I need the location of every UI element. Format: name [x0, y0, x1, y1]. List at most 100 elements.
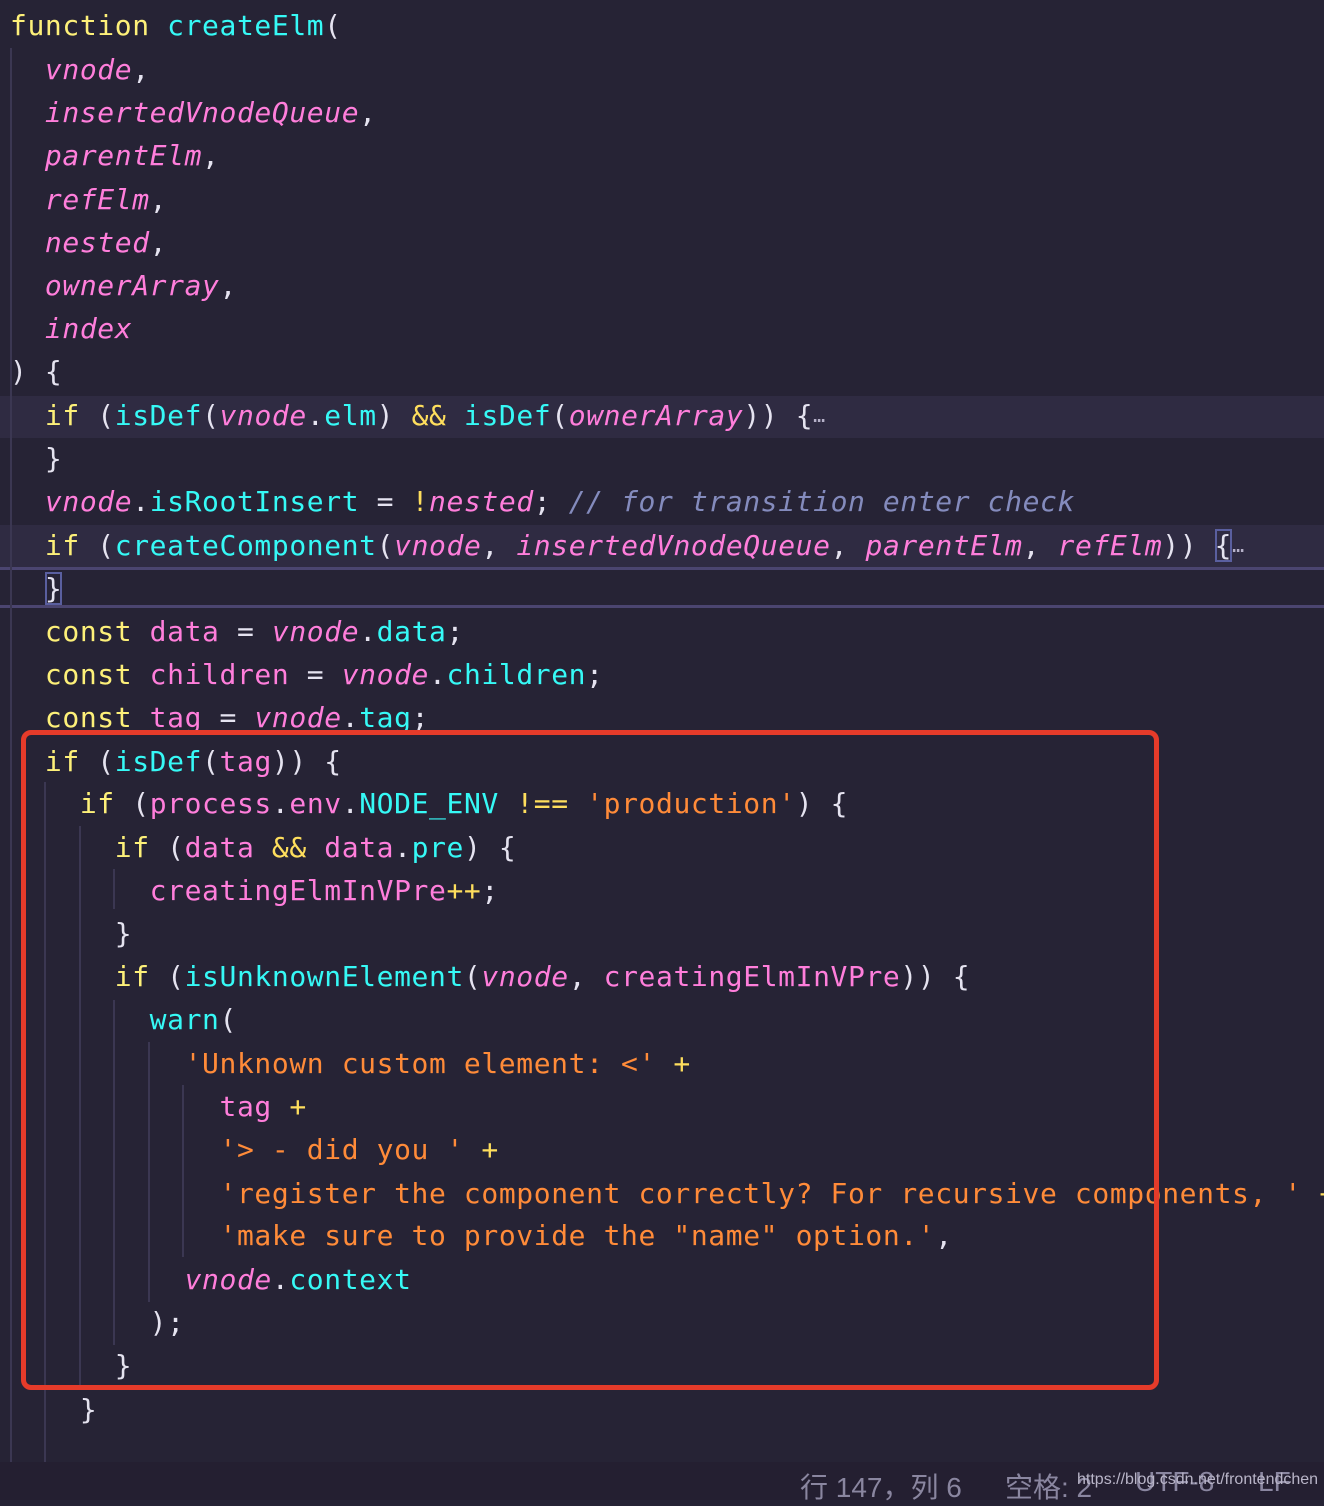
code-token: if — [44, 529, 80, 562]
code-line[interactable]: } — [10, 567, 63, 610]
code-token: , — [359, 96, 377, 129]
code-token: . — [429, 658, 447, 691]
code-token: , — [149, 183, 168, 216]
code-token: vnode — [44, 53, 133, 86]
code-line[interactable]: refElm, — [10, 178, 167, 221]
watermark: https://blog.csdn.net/frontendchen — [1077, 1471, 1319, 1488]
code-token: vnode — [394, 529, 482, 562]
code-token: . — [359, 615, 377, 648]
code-token: const — [44, 658, 150, 691]
code-line[interactable]: function createElm( — [10, 4, 342, 47]
code-token: ( — [79, 399, 115, 432]
code-line[interactable]: vnode.isRootInsert = !nested; // for tra… — [10, 480, 1075, 523]
code-token: vnode — [271, 615, 360, 648]
code-token: ) { — [10, 355, 63, 388]
code-token: . — [306, 399, 325, 432]
code-line[interactable]: index — [10, 307, 132, 350]
code-token: parentElm — [44, 139, 203, 172]
code-token: createElm — [167, 9, 325, 42]
folded-region-separator — [0, 605, 1324, 608]
code-token: , — [481, 529, 517, 562]
code-token: children — [149, 658, 290, 691]
code-token: children — [446, 658, 587, 691]
code-token: ( — [551, 399, 569, 432]
code-token: , — [132, 53, 150, 86]
code-token: ; — [446, 615, 464, 648]
code-token: && — [411, 399, 447, 432]
code-token: vnode — [44, 485, 133, 518]
fold-ellipsis-icon[interactable]: … — [813, 403, 826, 427]
code-token: if — [44, 399, 80, 432]
code-token: vnode — [219, 399, 307, 432]
code-token: ownerArray — [568, 399, 744, 432]
annotation-highlight-box — [21, 730, 1159, 1390]
code-token: , — [149, 226, 168, 259]
code-token: = — [219, 615, 272, 648]
code-token: ; — [586, 658, 604, 691]
code-line[interactable]: if (isDef(vnode.elm) && isDef(ownerArray… — [10, 394, 826, 437]
code-line[interactable]: if (createComponent(vnode, insertedVnode… — [10, 524, 1245, 567]
code-token: index — [44, 312, 133, 345]
code-token: isDef — [114, 399, 203, 432]
code-token: ; — [533, 485, 569, 518]
code-line[interactable]: } — [10, 437, 62, 480]
code-token: const — [44, 615, 150, 648]
code-token: ) — [376, 399, 412, 432]
code-line[interactable]: nested, — [10, 221, 167, 264]
code-token: parentElm — [865, 529, 1023, 562]
code-token: refElm — [44, 183, 150, 216]
code-token: } — [44, 572, 63, 605]
code-token: )) { — [743, 399, 814, 432]
code-token: { — [1214, 529, 1233, 562]
code-token: data — [149, 615, 220, 648]
code-line[interactable]: } — [10, 1388, 97, 1431]
code-token: , — [202, 139, 220, 172]
code-token: function — [10, 9, 168, 42]
code-token: } — [10, 442, 63, 475]
code-token: = — [289, 658, 342, 691]
code-line[interactable]: insertedVnodeQueue, — [10, 91, 377, 134]
code-token: ( — [324, 9, 342, 42]
code-line[interactable]: const data = vnode.data; — [10, 610, 464, 653]
fold-ellipsis-icon[interactable]: … — [1232, 533, 1245, 557]
code-token: + — [1319, 1177, 1324, 1210]
code-token: } — [10, 1393, 98, 1426]
code-token: data — [376, 615, 447, 648]
code-token: ! — [411, 485, 430, 518]
folded-region-separator — [0, 567, 1324, 570]
code-token: . — [132, 485, 150, 518]
code-token: , — [1022, 529, 1058, 562]
code-token: isRootInsert — [149, 485, 360, 518]
code-token: ( — [202, 399, 220, 432]
code-token: ownerArray — [44, 269, 220, 302]
code-line[interactable]: ) { — [10, 350, 62, 393]
code-line[interactable]: vnode, — [10, 48, 150, 91]
code-token: insertedVnodeQueue — [516, 529, 831, 562]
code-token: isDef — [463, 399, 552, 432]
code-token: nested — [429, 485, 534, 518]
code-token: elm — [324, 399, 377, 432]
code-token: refElm — [1057, 529, 1163, 562]
code-line[interactable]: const children = vnode.children; — [10, 653, 604, 696]
code-token: )) — [1162, 529, 1215, 562]
code-token: vnode — [341, 658, 430, 691]
code-token: = — [359, 485, 412, 518]
code-token: createComponent — [114, 529, 377, 562]
code-line[interactable]: ownerArray, — [10, 264, 237, 307]
cursor-position[interactable]: 行 147，列 6 — [800, 1466, 962, 1506]
code-line[interactable]: parentElm, — [10, 134, 220, 177]
